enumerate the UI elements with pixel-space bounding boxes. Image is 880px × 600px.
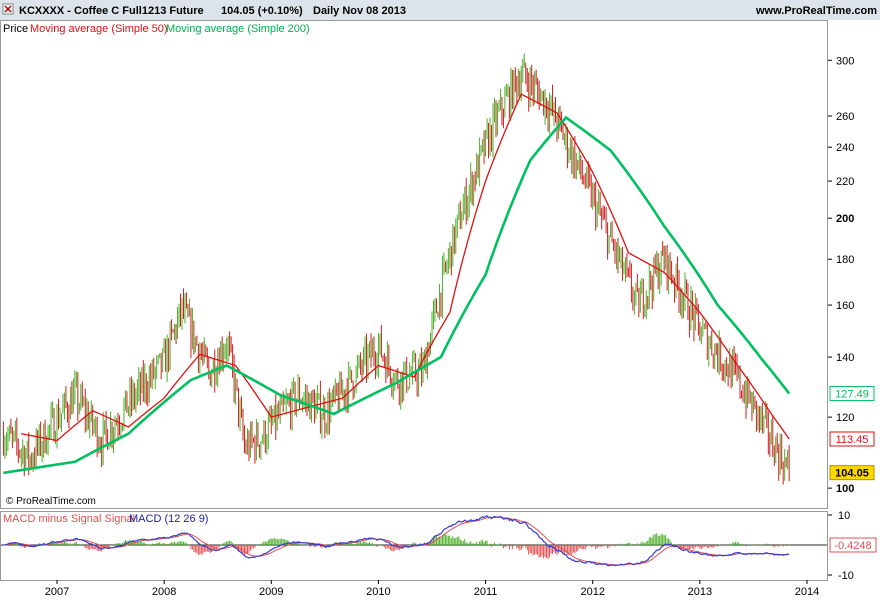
x-tick-label: 2013 bbox=[688, 586, 712, 598]
y-tick-label: 200 bbox=[836, 213, 854, 225]
macd-y-tick-label: 10 bbox=[838, 510, 850, 522]
macd-last-value: -0.4248 bbox=[834, 540, 871, 552]
ma50-last-value: 113.45 bbox=[836, 434, 869, 446]
x-tick-label: 2009 bbox=[259, 586, 283, 598]
legend-price: Price bbox=[3, 23, 28, 35]
ma50-line bbox=[21, 93, 790, 442]
y-tick-label: 100 bbox=[836, 483, 854, 495]
x-tick-label: 2014 bbox=[795, 586, 819, 598]
y-tick-label: 160 bbox=[836, 300, 854, 312]
y-tick-label: 180 bbox=[836, 254, 854, 266]
site-link[interactable]: www.ProRealTime.com bbox=[755, 5, 877, 17]
chart-root: KCXXXX - Coffee C Full1213 Future 104.05… bbox=[0, 0, 880, 600]
price-plot bbox=[2, 53, 791, 485]
last-value: 104.05 (+0.10%) bbox=[221, 5, 303, 17]
legend-ma200: Moving average (Simple 200) bbox=[166, 23, 310, 35]
ma200-line bbox=[3, 115, 791, 475]
chart-title: KCXXXX - Coffee C Full1213 Future bbox=[19, 5, 204, 17]
x-tick-label: 2007 bbox=[45, 586, 69, 598]
x-tick-label: 2011 bbox=[474, 586, 498, 598]
legend-macd: MACD (12 26 9) bbox=[129, 513, 208, 525]
last-price-value: 104.05 bbox=[835, 468, 869, 480]
y-tick-label: 240 bbox=[836, 142, 854, 154]
macd-y-tick-label: -10 bbox=[838, 570, 854, 582]
chart-canvas: KCXXXX - Coffee C Full1213 Future 104.05… bbox=[0, 0, 880, 598]
y-tick-label: 220 bbox=[836, 176, 854, 188]
ma200-last-value: 127.49 bbox=[835, 389, 869, 401]
x-tick-label: 2008 bbox=[152, 586, 176, 598]
x-tick-label: 2012 bbox=[580, 586, 604, 598]
close-icon[interactable] bbox=[2, 3, 14, 15]
y-tick-label: 140 bbox=[836, 352, 854, 364]
y-tick-label: 300 bbox=[836, 55, 854, 67]
period-date: Daily Nov 08 2013 bbox=[313, 5, 406, 17]
x-tick-label: 2010 bbox=[366, 586, 390, 598]
y-tick-label: 120 bbox=[836, 412, 854, 424]
legend-ma50: Moving average (Simple 50) bbox=[30, 23, 168, 35]
y-tick-label: 260 bbox=[836, 111, 854, 123]
legend-macd-hist: MACD minus Signal Signal bbox=[3, 513, 135, 525]
watermark: © ProRealTime.com bbox=[6, 496, 96, 507]
